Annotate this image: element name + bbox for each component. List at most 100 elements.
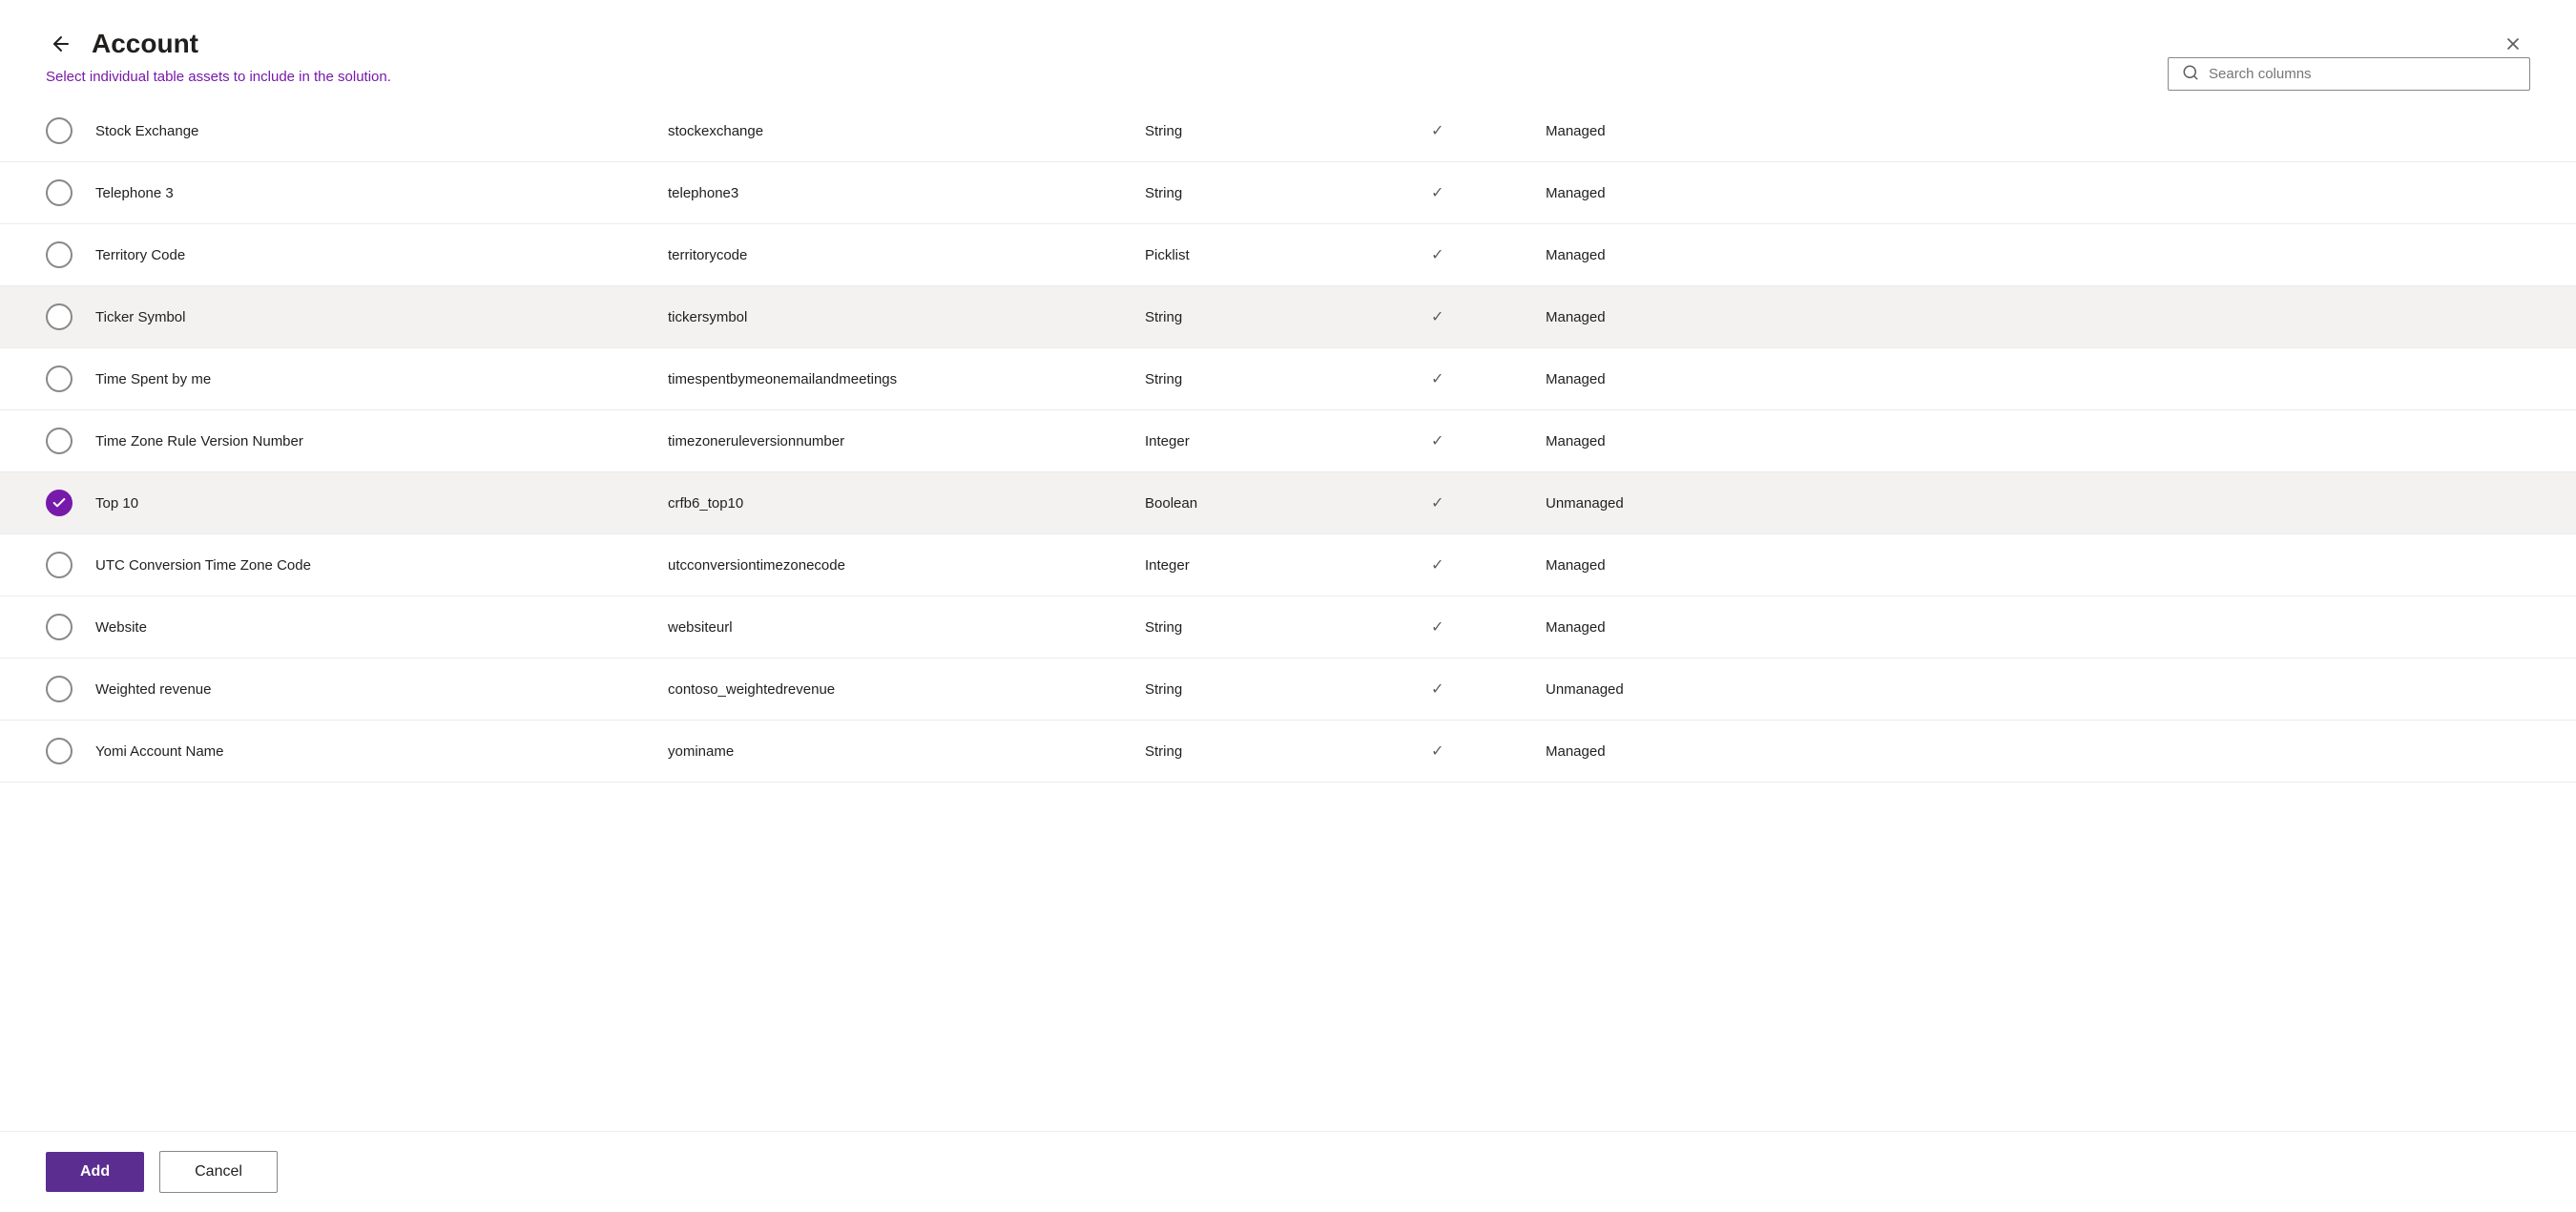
table-row: Territory CodeterritorycodePicklist✓Mana… — [0, 224, 2576, 286]
search-icon — [2182, 64, 2199, 84]
table-row: Time Spent by metimespentbymeonemailandm… — [0, 348, 2576, 410]
row-check-mark: ✓ — [1431, 619, 1444, 636]
row-managed: Managed — [1530, 100, 2576, 162]
checkbox-cell — [0, 348, 80, 410]
row-managed: Managed — [1530, 348, 2576, 410]
row-managed: Managed — [1530, 534, 2576, 596]
row-check-mark: ✓ — [1431, 495, 1444, 512]
dialog-container: Account Select individual table assets t… — [0, 0, 2576, 1212]
subtitle-link: individual table assets — [90, 69, 230, 85]
row-name: Time Spent by me — [80, 348, 653, 410]
row-managed: Unmanaged — [1530, 472, 2576, 534]
row-schema: websiteurl — [653, 596, 1130, 658]
row-has-check: ✓ — [1416, 100, 1530, 162]
table-row: Top 10crfb6_top10Boolean✓Unmanaged — [0, 472, 2576, 534]
row-schema: timespentbymeonemailandmeetings — [653, 348, 1130, 410]
row-has-check: ✓ — [1416, 348, 1530, 410]
add-button[interactable]: Add — [46, 1152, 144, 1192]
search-area — [2168, 57, 2530, 91]
cancel-button[interactable]: Cancel — [159, 1151, 278, 1193]
row-has-check: ✓ — [1416, 596, 1530, 658]
row-check-mark: ✓ — [1431, 123, 1444, 139]
row-check-mark: ✓ — [1431, 433, 1444, 449]
checkmark-icon — [52, 495, 67, 511]
checkbox-cell — [0, 534, 80, 596]
row-type: String — [1130, 348, 1416, 410]
row-check-mark: ✓ — [1431, 371, 1444, 387]
row-checkbox[interactable] — [46, 179, 73, 206]
table-row: UTC Conversion Time Zone Codeutcconversi… — [0, 534, 2576, 596]
table-row: WebsitewebsiteurlString✓Managed — [0, 596, 2576, 658]
table-row: Telephone 3telephone3String✓Managed — [0, 162, 2576, 224]
table-row: Weighted revenuecontoso_weightedrevenueS… — [0, 658, 2576, 721]
checkbox-cell — [0, 472, 80, 534]
row-name: Time Zone Rule Version Number — [80, 410, 653, 472]
row-type: String — [1130, 162, 1416, 224]
row-check-mark: ✓ — [1431, 557, 1444, 574]
checkbox-cell — [0, 286, 80, 348]
row-schema: tickersymbol — [653, 286, 1130, 348]
row-checkbox[interactable] — [46, 676, 73, 702]
checkbox-cell — [0, 658, 80, 721]
row-checkbox[interactable] — [46, 117, 73, 144]
row-managed: Managed — [1530, 410, 2576, 472]
row-checkbox[interactable] — [46, 490, 73, 516]
checkbox-cell — [0, 721, 80, 783]
row-has-check: ✓ — [1416, 224, 1530, 286]
back-button[interactable] — [46, 29, 76, 59]
row-name: UTC Conversion Time Zone Code — [80, 534, 653, 596]
row-schema: yominame — [653, 721, 1130, 783]
table-row: Time Zone Rule Version Numbertimezonerul… — [0, 410, 2576, 472]
row-checkbox[interactable] — [46, 738, 73, 764]
row-has-check: ✓ — [1416, 286, 1530, 348]
row-checkbox[interactable] — [46, 366, 73, 392]
row-type: String — [1130, 286, 1416, 348]
row-name: Website — [80, 596, 653, 658]
row-schema: telephone3 — [653, 162, 1130, 224]
row-check-mark: ✓ — [1431, 247, 1444, 263]
checkbox-cell — [0, 100, 80, 162]
row-name: Yomi Account Name — [80, 721, 653, 783]
row-has-check: ✓ — [1416, 721, 1530, 783]
checkbox-cell — [0, 596, 80, 658]
row-type: Picklist — [1130, 224, 1416, 286]
row-check-mark: ✓ — [1431, 743, 1444, 760]
row-name: Telephone 3 — [80, 162, 653, 224]
row-name: Weighted revenue — [80, 658, 653, 721]
row-schema: stockexchange — [653, 100, 1130, 162]
table-container: Stock ExchangestockexchangeString✓Manage… — [0, 100, 2576, 1131]
row-checkbox[interactable] — [46, 241, 73, 268]
row-managed: Managed — [1530, 596, 2576, 658]
row-schema: utcconversiontimezonecode — [653, 534, 1130, 596]
search-input[interactable] — [2209, 66, 2516, 82]
back-arrow-icon — [50, 32, 73, 55]
row-checkbox[interactable] — [46, 614, 73, 640]
checkbox-cell — [0, 162, 80, 224]
row-has-check: ✓ — [1416, 162, 1530, 224]
search-box — [2168, 57, 2530, 91]
row-type: String — [1130, 100, 1416, 162]
row-check-mark: ✓ — [1431, 185, 1444, 201]
row-managed: Managed — [1530, 286, 2576, 348]
row-type: Boolean — [1130, 472, 1416, 534]
checkbox-cell — [0, 224, 80, 286]
row-checkbox[interactable] — [46, 552, 73, 578]
row-schema: crfb6_top10 — [653, 472, 1130, 534]
row-type: String — [1130, 658, 1416, 721]
row-type: Integer — [1130, 410, 1416, 472]
table-row: Ticker SymboltickersymbolString✓Managed — [0, 286, 2576, 348]
row-name: Stock Exchange — [80, 100, 653, 162]
row-check-mark: ✓ — [1431, 309, 1444, 325]
close-icon — [2503, 34, 2523, 53]
row-name: Territory Code — [80, 224, 653, 286]
row-schema: contoso_weightedrevenue — [653, 658, 1130, 721]
row-managed: Managed — [1530, 721, 2576, 783]
close-button[interactable] — [2496, 27, 2530, 61]
row-schema: territorycode — [653, 224, 1130, 286]
row-checkbox[interactable] — [46, 428, 73, 454]
row-schema: timezoneruleversionnumber — [653, 410, 1130, 472]
row-has-check: ✓ — [1416, 658, 1530, 721]
dialog-header: Account — [0, 0, 2576, 61]
title-area: Account — [46, 29, 198, 59]
row-checkbox[interactable] — [46, 303, 73, 330]
